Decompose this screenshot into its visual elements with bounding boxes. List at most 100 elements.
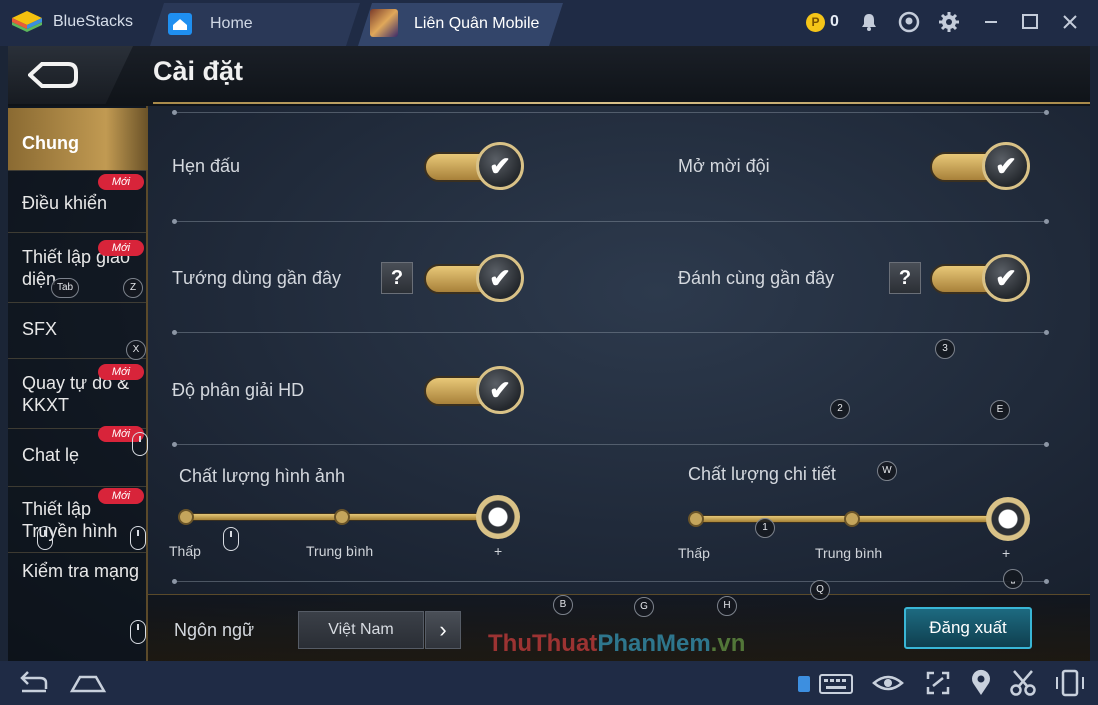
slider-tick: Thấp [678, 545, 710, 561]
sidebar-divider [8, 358, 146, 359]
check-icon: ✔ [476, 254, 524, 302]
slider-label-chat-luong-chi-tiet: Chất lượng chi tiết [688, 464, 836, 484]
location-icon[interactable] [966, 669, 996, 697]
key-hint: ⎵ [1003, 569, 1023, 589]
slider-tick: + [494, 543, 503, 559]
toggle-do-phan-giai-hd[interactable]: ✔ [424, 366, 524, 414]
bluestacks-window: BlueStacks Home Liên Quân Mobile P 0 Cài… [0, 0, 1098, 705]
maximize-icon[interactable] [1019, 11, 1041, 33]
android-nav-bar [0, 661, 1098, 705]
mouse-hint-icon [37, 526, 53, 550]
toggle-label-danh-cung-gan-day: Đánh cùng gần đây [678, 268, 835, 288]
bell-icon[interactable] [858, 11, 880, 33]
sidebar-item-thiet-lap-truyen-hinh[interactable]: Mới Thiết lập Truyền hình [8, 488, 148, 552]
game-icon [370, 9, 398, 37]
sidebar-divider [8, 486, 146, 487]
help-icon[interactable]: ? [381, 262, 413, 294]
slider-stop [334, 509, 350, 525]
check-icon: ✔ [982, 254, 1030, 302]
sidebar-item-label: Kiểm tra mạng [22, 561, 140, 581]
toggle-hen-dau[interactable]: ✔ [424, 142, 524, 190]
key-hint: E [990, 400, 1010, 420]
mouse-hint-icon [130, 620, 146, 644]
tab-home[interactable]: Home [150, 3, 360, 46]
check-icon: ✔ [476, 142, 524, 190]
account-icon[interactable] [898, 11, 920, 33]
toggle-danh-cung-gan-day[interactable]: ✔ [930, 254, 1030, 302]
key-hint: Q [810, 580, 830, 600]
home-icon[interactable] [68, 669, 108, 697]
back-icon[interactable] [14, 669, 54, 697]
header-divider [153, 102, 1090, 104]
tab-game-label: Liên Quân Mobile [414, 15, 540, 32]
key-hint: G [634, 597, 654, 617]
mouse-hint-icon [223, 527, 239, 551]
language-label: Ngôn ngữ [174, 620, 255, 640]
toggle-tuong-dung-gan-day[interactable]: ✔ [424, 254, 524, 302]
toggle-mo-moi-doi[interactable]: ✔ [930, 142, 1030, 190]
slider-tick: Thấp [169, 543, 201, 559]
new-badge: Mới [98, 364, 144, 380]
slider-thumb[interactable] [476, 495, 520, 539]
page-title: Cài đặt [153, 56, 244, 86]
key-hint: 1 [755, 518, 775, 538]
chevron-right-icon[interactable]: › [425, 611, 461, 649]
slider-chat-luong-chi-tiet[interactable] [688, 494, 1033, 544]
sidebar-divider [8, 552, 146, 553]
toggle-label-mo-moi-doi: Mở mời đội [678, 156, 770, 176]
settings-sidebar: Chung Mới Điều khiển Mới Thiết lập giao … [8, 106, 148, 661]
slider-tick: Trung bình [815, 545, 883, 561]
key-hint: H [717, 596, 737, 616]
bluestacks-logo-icon [12, 11, 42, 32]
row-divider [172, 330, 1049, 335]
coin-count: 0 [830, 13, 839, 30]
title-bar: BlueStacks Home Liên Quân Mobile P 0 [0, 0, 1098, 46]
sidebar-divider [8, 302, 146, 303]
sidebar-item-label: Chung [22, 133, 79, 153]
sidebar-item-label: SFX [22, 319, 58, 339]
sidebar-item-dieu-khien[interactable]: Mới Điều khiển [8, 174, 148, 236]
row-divider [172, 219, 1049, 224]
key-hint: 2 [830, 399, 850, 419]
slider-tick: + [1002, 545, 1011, 561]
minimize-icon[interactable] [980, 11, 1002, 33]
scissors-icon[interactable] [1008, 669, 1038, 697]
rotate-icon[interactable] [1055, 669, 1085, 697]
new-badge: Mới [98, 174, 144, 190]
sidebar-item-label: Chat lẹ [22, 445, 80, 465]
close-icon[interactable] [1059, 11, 1081, 33]
slider-thumb[interactable] [986, 497, 1030, 541]
help-icon[interactable]: ? [889, 262, 921, 294]
sidebar-divider [8, 232, 146, 233]
coin-icon: P [806, 13, 825, 32]
new-badge: Mới [98, 240, 144, 256]
sidebar-divider [8, 170, 146, 171]
sidebar-item-label: Điều khiển [22, 193, 108, 213]
app-name: BlueStacks [53, 13, 134, 30]
sidebar-item-quay-tu-do[interactable]: Mới Quay tự do & KKXT [8, 364, 148, 426]
key-hint: 3 [935, 339, 955, 359]
slider-tick: Trung bình [306, 543, 374, 559]
toggle-label-hen-dau: Hẹn đấu [172, 156, 241, 176]
game-viewport: Cài đặt Chung Mới Điều khiển Mới Thiết l… [8, 46, 1090, 661]
sidebar-item-chat-le[interactable]: Mới Chat lẹ [8, 426, 148, 484]
logout-button[interactable]: Đăng xuất [904, 607, 1032, 649]
language-value[interactable]: Việt Nam [298, 611, 424, 649]
row-divider [172, 442, 1049, 447]
key-hint: X [126, 340, 146, 360]
watermark: ThuThuatPhanMem.vn [488, 630, 746, 657]
back-arrow-icon [28, 62, 78, 88]
slider-stop [844, 511, 860, 527]
sidebar-item-chung[interactable]: Chung [8, 108, 148, 170]
check-icon: ✔ [982, 142, 1030, 190]
gear-icon[interactable] [938, 11, 960, 33]
slider-stop [688, 511, 704, 527]
keyboard-icon[interactable] [796, 669, 856, 697]
fullscreen-icon[interactable] [922, 669, 954, 697]
tab-lien-quan-mobile[interactable]: Liên Quân Mobile [358, 3, 563, 46]
eye-icon[interactable] [872, 669, 904, 697]
row-divider [172, 110, 1049, 115]
sidebar-item-kiem-tra-mang[interactable]: Kiểm tra mạng [8, 560, 148, 616]
row-divider [172, 579, 1049, 584]
check-icon: ✔ [476, 366, 524, 414]
